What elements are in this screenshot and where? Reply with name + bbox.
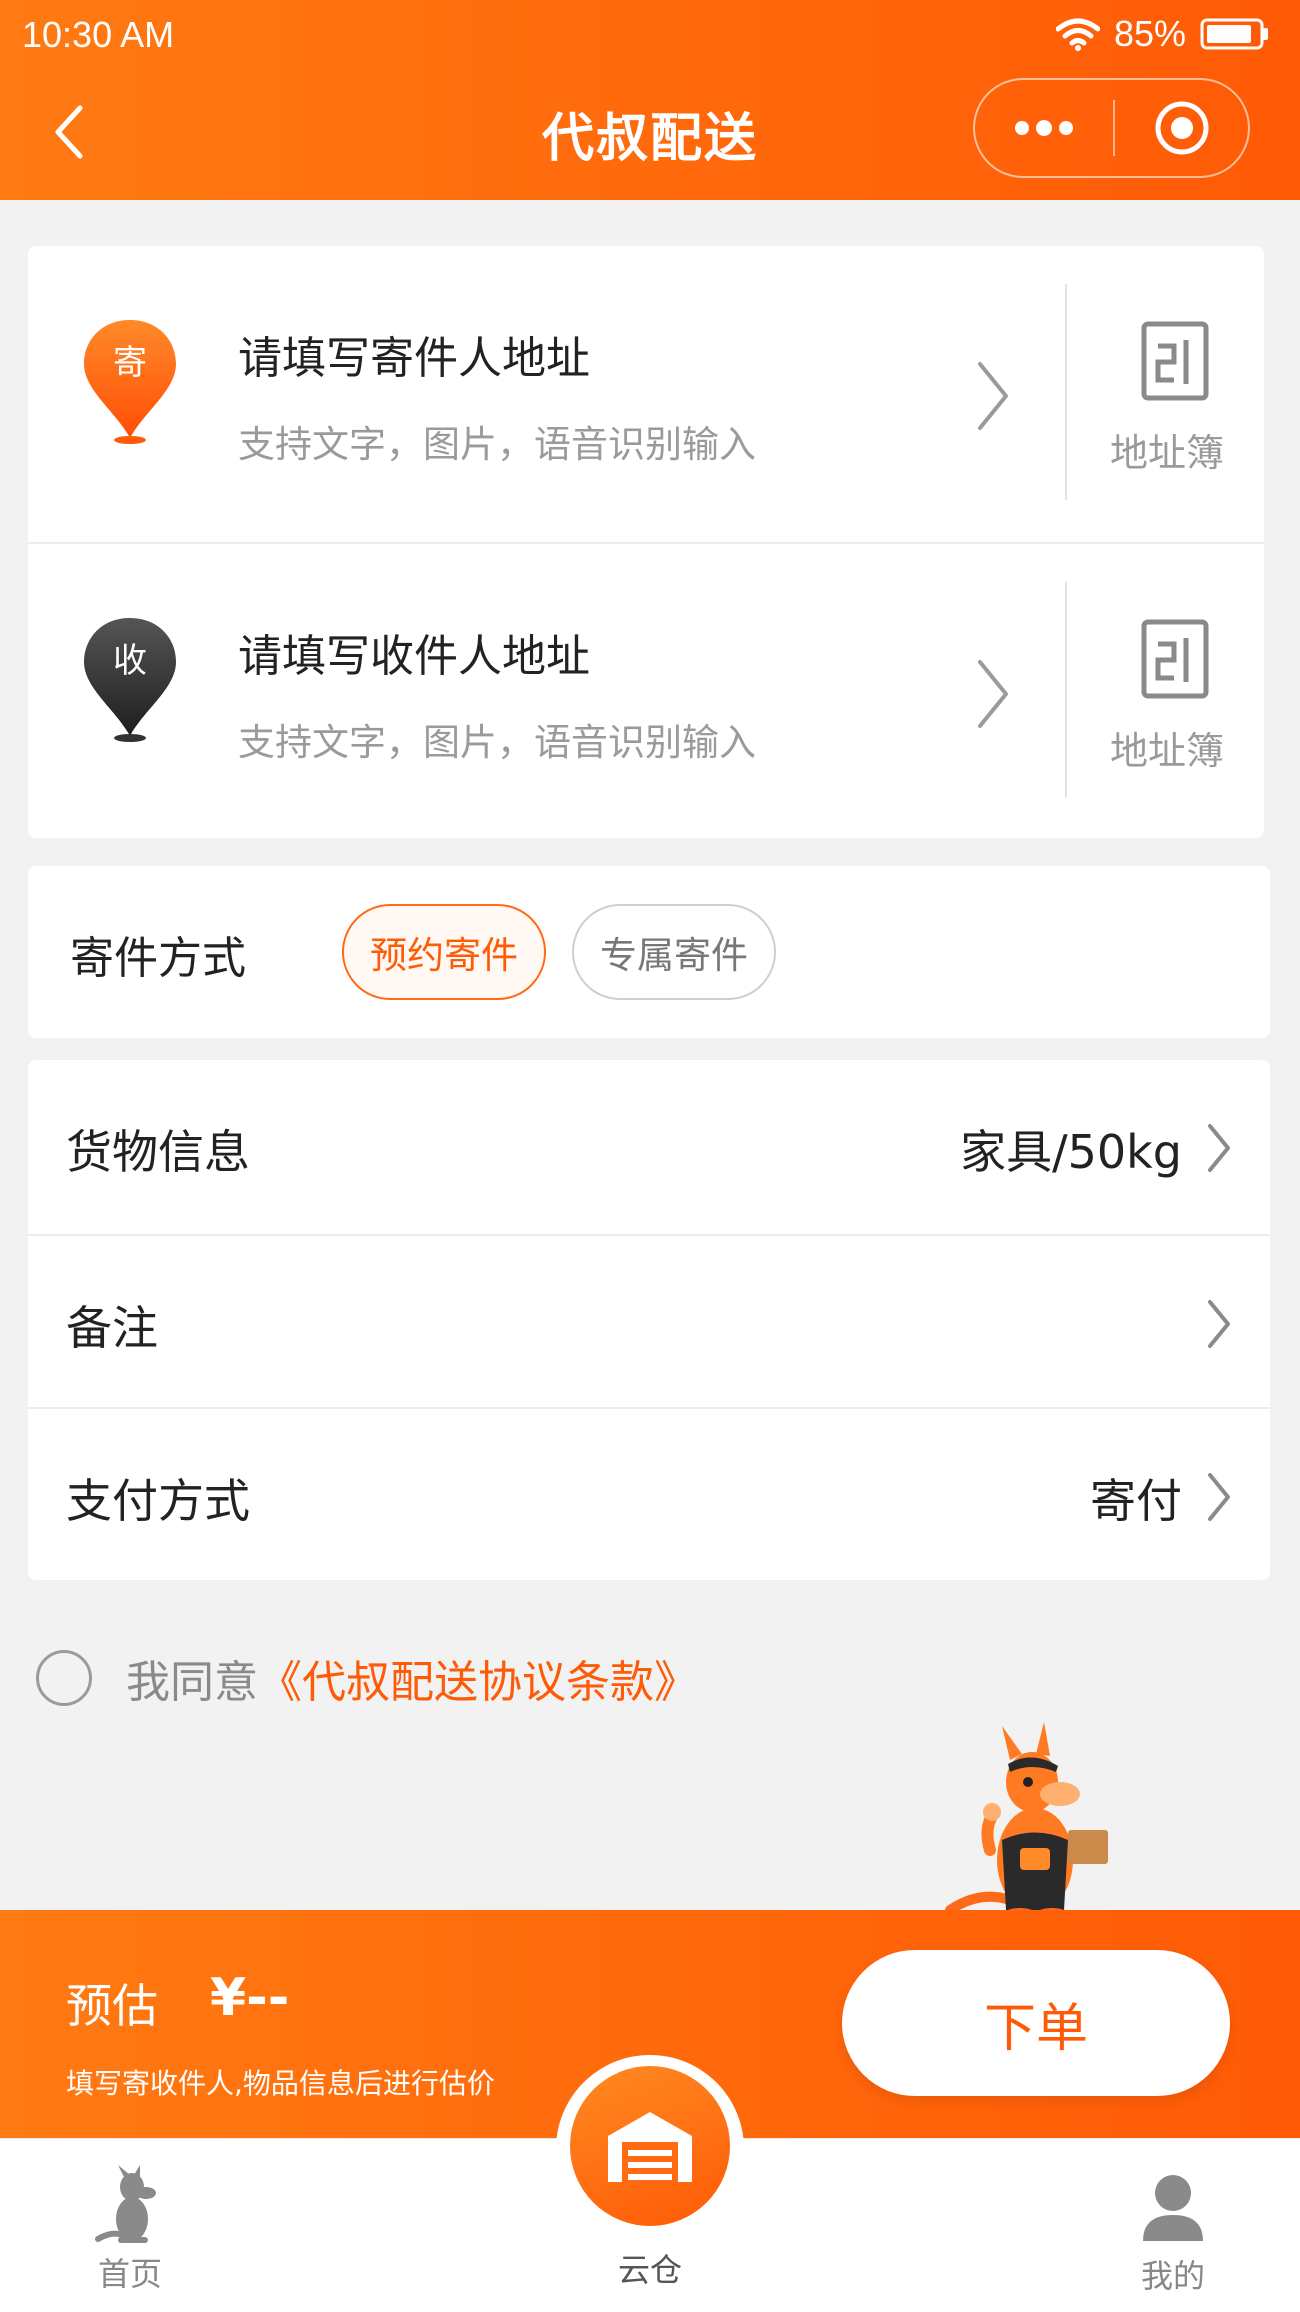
- sender-address-row[interactable]: 寄 请填写寄件人地址 支持文字，图片，语音识别输入 地址簿: [28, 246, 1264, 542]
- status-time: 10:30 AM: [22, 14, 175, 55]
- estimate-label: 预估: [66, 1979, 158, 2033]
- tab-mine[interactable]: 我的: [1073, 2139, 1273, 2312]
- agreement-link[interactable]: 《代叔配送协议条款》: [258, 1646, 698, 1710]
- send-method-option-scheduled[interactable]: 预约寄件: [342, 904, 546, 1000]
- address-book-label: 地址簿: [1109, 729, 1224, 773]
- kangaroo-home-icon: [95, 2165, 156, 2243]
- receiver-address-title: 请填写收件人地址: [238, 631, 590, 682]
- tab-cloud-label: 云仓: [617, 2251, 682, 2289]
- agreement-row: 我同意 《代叔配送协议条款》: [36, 1648, 698, 1708]
- estimate-price: ¥--: [210, 1968, 290, 2028]
- tab-home-label: 首页: [97, 2255, 162, 2293]
- sender-address-subtitle: 支持文字，图片，语音识别输入: [238, 423, 756, 466]
- payment-method-row[interactable]: 支付方式 寄付: [28, 1407, 1270, 1580]
- estimate-hint: 填写寄收件人,物品信息后进行估价: [66, 2067, 495, 2100]
- receiver-pin-icon: 收: [84, 618, 176, 742]
- agreement-checkbox[interactable]: [36, 1650, 92, 1706]
- chevron-right-icon: [978, 660, 1008, 728]
- receiver-address-row[interactable]: 收 请填写收件人地址 支持文字，图片，语音识别输入 地址簿: [28, 542, 1264, 838]
- more-dots-icon: [1015, 120, 1073, 136]
- goods-info-value: 家具/50kg: [960, 1125, 1182, 1179]
- vertical-divider: [1065, 582, 1067, 798]
- goods-info-label: 货物信息: [66, 1125, 250, 1179]
- tab-mine-label: 我的: [1140, 2257, 1205, 2295]
- kangaroo-mascot: [945, 1722, 1108, 1920]
- warehouse-icon: [608, 2112, 692, 2182]
- chevron-right-icon: [1208, 1300, 1230, 1348]
- target-icon: [1155, 101, 1208, 155]
- address-book-label: 地址簿: [1109, 431, 1224, 475]
- wifi-icon: [1055, 18, 1100, 51]
- send-method-option-exclusive[interactable]: 专属寄件: [572, 904, 776, 1000]
- battery-icon: [1200, 18, 1268, 50]
- sender-pin-icon: 寄: [84, 320, 176, 444]
- mini-program-capsule: [973, 78, 1250, 178]
- cloud-warehouse-button[interactable]: [570, 2066, 730, 2226]
- close-miniapp-button[interactable]: [1115, 80, 1248, 176]
- sender-pin-label: 寄: [113, 343, 147, 383]
- status-bar: 10:30 AM 85%: [0, 0, 1300, 72]
- agreement-prefix: 我同意: [126, 1657, 258, 1708]
- battery-percent: 85%: [1113, 13, 1186, 54]
- top-header: 10:30 AM 85% 代叔配送: [0, 0, 1300, 200]
- status-indicators: 85%: [1055, 12, 1270, 56]
- send-method-card: 寄件方式 预约寄件 专属寄件: [28, 866, 1270, 1038]
- chevron-right-icon: [978, 362, 1008, 430]
- tab-home[interactable]: 首页: [30, 2139, 230, 2312]
- more-button[interactable]: [975, 80, 1113, 176]
- sender-address-book-button[interactable]: 地址簿: [1070, 286, 1264, 506]
- user-icon: [1143, 2175, 1203, 2241]
- goods-info-row[interactable]: 货物信息 家具/50kg: [28, 1060, 1270, 1233]
- address-book-icon: [1141, 321, 1209, 401]
- chevron-right-icon: [1208, 1473, 1230, 1521]
- receiver-address-subtitle: 支持文字，图片，语音识别输入: [238, 721, 756, 764]
- send-method-label: 寄件方式: [70, 933, 246, 984]
- address-book-icon: [1141, 619, 1209, 699]
- chevron-right-icon: [1208, 1124, 1230, 1172]
- vertical-divider: [1065, 284, 1067, 500]
- order-info-card: 货物信息 家具/50kg 备注 支付方式 寄付: [28, 1060, 1270, 1580]
- receiver-address-book-button[interactable]: 地址簿: [1070, 584, 1264, 804]
- sender-address-title: 请填写寄件人地址: [238, 333, 590, 384]
- address-card: 寄 请填写寄件人地址 支持文字，图片，语音识别输入 地址簿 收 请填写收件人地址…: [28, 246, 1264, 838]
- place-order-button[interactable]: 下单: [842, 1950, 1230, 2096]
- payment-method-value: 寄付: [1090, 1474, 1182, 1528]
- remark-label: 备注: [66, 1301, 158, 1355]
- remark-row[interactable]: 备注: [28, 1234, 1270, 1407]
- payment-method-label: 支付方式: [66, 1474, 250, 1528]
- receiver-pin-label: 收: [113, 641, 147, 681]
